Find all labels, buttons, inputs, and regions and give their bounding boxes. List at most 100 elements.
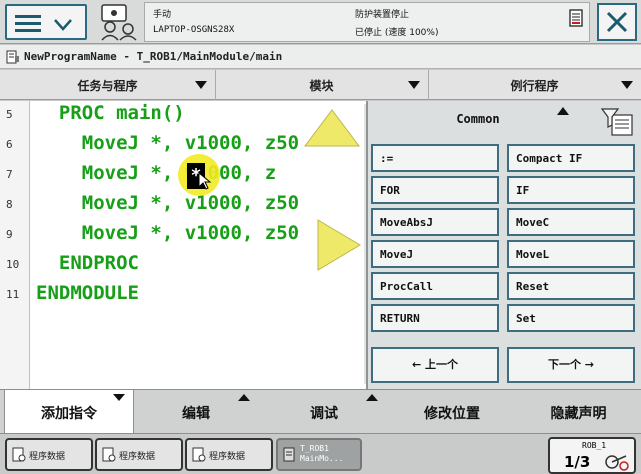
previous-page-button[interactable]: ← 上一个	[371, 347, 499, 383]
dropdown-arrow-icon	[195, 81, 207, 89]
instr-set-button[interactable]: Set	[507, 304, 635, 332]
code-line[interactable]: MoveJ *, v1000, z50	[36, 192, 299, 214]
close-button[interactable]	[597, 3, 637, 41]
tab-hide-declarations[interactable]: 隐藏声明	[516, 390, 641, 434]
close-icon	[606, 11, 628, 33]
instr-movec-button[interactable]: MoveC	[507, 208, 635, 236]
program-path-bar: NewProgramName - T_ROB1/MainModule/main	[0, 45, 641, 69]
instr-moveabsj-button[interactable]: MoveAbsJ	[371, 208, 499, 236]
section-selector-bar: 任务与程序 模块 例行程序	[0, 70, 641, 100]
code-line[interactable]: ENDPROC	[36, 252, 139, 274]
instr-label: ProcCall	[380, 280, 433, 293]
chevron-down-icon	[54, 19, 72, 31]
program-path: NewProgramName - T_ROB1/MainModule/main	[24, 50, 283, 63]
menu-up-arrow-icon	[366, 394, 378, 401]
instr-proccall-button[interactable]: ProcCall	[371, 272, 499, 300]
main-menu-button[interactable]	[5, 4, 87, 40]
code-line[interactable]: MoveJ *, v1000, z50	[36, 132, 299, 154]
line-number: 9	[6, 228, 13, 241]
menu-down-arrow-icon	[113, 394, 125, 401]
program-editor-icon	[6, 50, 19, 64]
line-number-gutter	[0, 101, 30, 389]
instr-label: FOR	[380, 184, 400, 197]
modules-label: 模块	[309, 79, 334, 93]
instruction-picker-panel: Common := Compact IF FOR IF MoveAbsJ Mov…	[366, 101, 641, 389]
routines-dropdown[interactable]: 例行程序	[428, 70, 641, 100]
robot-unit-name: ROB_1	[582, 441, 607, 450]
program-data-icon	[192, 447, 206, 462]
code-line[interactable]: ENDMODULE	[36, 282, 139, 304]
taskbar-label: T_ROB1 MainMo...	[300, 444, 344, 463]
program-editor-icon	[283, 447, 295, 462]
line-number: 5	[6, 108, 13, 121]
code-line[interactable]: MoveJ *, v1000, z	[36, 162, 276, 184]
editor-command-tabs: 添加指令 编辑 调试 修改位置 隐藏声明	[0, 389, 641, 435]
safety-status: 防护装置停止	[355, 10, 410, 20]
taskbar-label: 程序数据	[119, 452, 156, 462]
instruction-category-title[interactable]: Common	[368, 101, 588, 137]
code-line[interactable]: MoveJ *, v1000, z50	[36, 222, 299, 244]
category-filter-icon[interactable]	[600, 107, 634, 137]
modules-dropdown[interactable]: 模块	[215, 70, 429, 100]
tasks-and-programs-dropdown[interactable]: 任务与程序	[0, 70, 216, 100]
instr-label: IF	[516, 184, 530, 197]
line-number: 10	[6, 258, 20, 271]
instr-label: MoveL	[516, 248, 550, 261]
instr-label: Reset	[516, 280, 550, 293]
scroll-right-arrow-icon[interactable]	[316, 218, 362, 272]
tab-debug[interactable]: 调试	[260, 390, 388, 434]
instr-for-button[interactable]: FOR	[371, 176, 499, 204]
program-data-icon	[102, 447, 116, 462]
dropdown-arrow-icon	[408, 81, 420, 89]
instr-label: RETURN	[380, 312, 420, 325]
pointer-cursor-icon	[198, 172, 212, 190]
instr-label: MoveAbsJ	[380, 216, 433, 229]
scroll-up-arrow-icon[interactable]	[303, 108, 361, 148]
taskbar-label: 程序数据	[29, 452, 66, 462]
instr-if-button[interactable]: IF	[507, 176, 635, 204]
operation-mode: 手动	[153, 10, 172, 20]
robot-arm-icon	[605, 455, 629, 471]
task-fraction: 1/3	[564, 453, 591, 471]
system-name: LAPTOP-OSGNS28X	[153, 25, 235, 35]
line-number: 7	[6, 168, 13, 181]
taskbar-program-data-3[interactable]: 程序数据	[185, 438, 273, 471]
instr-label: Set	[516, 312, 536, 325]
run-state: 已停止 (速度 100%)	[355, 28, 439, 38]
window-taskbar: 程序数据 程序数据 程序数据 T_ROB1 MainMo...	[0, 433, 641, 474]
tab-add-instruction[interactable]: 添加指令	[4, 390, 134, 435]
instr-label: :=	[380, 152, 394, 165]
next-page-button[interactable]: 下一个 →	[507, 347, 635, 383]
event-log-icon	[569, 9, 583, 27]
instr-reset-button[interactable]: Reset	[507, 272, 635, 300]
tab-label: 编辑	[182, 406, 210, 422]
taskbar-program-data-2[interactable]: 程序数据	[95, 438, 183, 471]
dropdown-arrow-icon	[621, 81, 633, 89]
code-line[interactable]: PROC main()	[36, 102, 185, 124]
instr-return-button[interactable]: RETURN	[371, 304, 499, 332]
instr-compact-if-button[interactable]: Compact IF	[507, 144, 635, 172]
top-status-bar: 手动 LAPTOP-OSGNS28X 防护装置停止 已停止 (速度 100%)	[0, 0, 641, 44]
collapse-up-arrow-icon[interactable]	[556, 106, 570, 116]
taskbar-program-data-1[interactable]: 程序数据	[5, 438, 93, 471]
hamburger-icon	[15, 15, 41, 33]
instr-label: MoveJ	[380, 248, 414, 261]
taskbar-program-editor[interactable]: T_ROB1 MainMo...	[276, 438, 362, 471]
tasks-and-programs-label: 任务与程序	[77, 79, 138, 93]
tab-label: 调试	[310, 406, 338, 422]
instr-assign-button[interactable]: :=	[371, 144, 499, 172]
instr-movej-button[interactable]: MoveJ	[371, 240, 499, 268]
robot-status-icon[interactable]	[96, 3, 140, 41]
mechanical-unit-quickset[interactable]: ROB_1 1/3	[548, 437, 636, 474]
tab-label: 添加指令	[41, 406, 97, 422]
line-number: 8	[6, 198, 13, 211]
tab-label: 修改位置	[424, 406, 480, 422]
instr-label: MoveC	[516, 216, 550, 229]
instr-movel-button[interactable]: MoveL	[507, 240, 635, 268]
line-number: 11	[6, 288, 20, 301]
taskbar-label: 程序数据	[209, 452, 246, 462]
line-number: 6	[6, 138, 13, 151]
tab-modify-position[interactable]: 修改位置	[388, 390, 516, 434]
status-info-box[interactable]: 手动 LAPTOP-OSGNS28X 防护装置停止 已停止 (速度 100%)	[144, 2, 590, 42]
tab-edit[interactable]: 编辑	[132, 390, 260, 434]
